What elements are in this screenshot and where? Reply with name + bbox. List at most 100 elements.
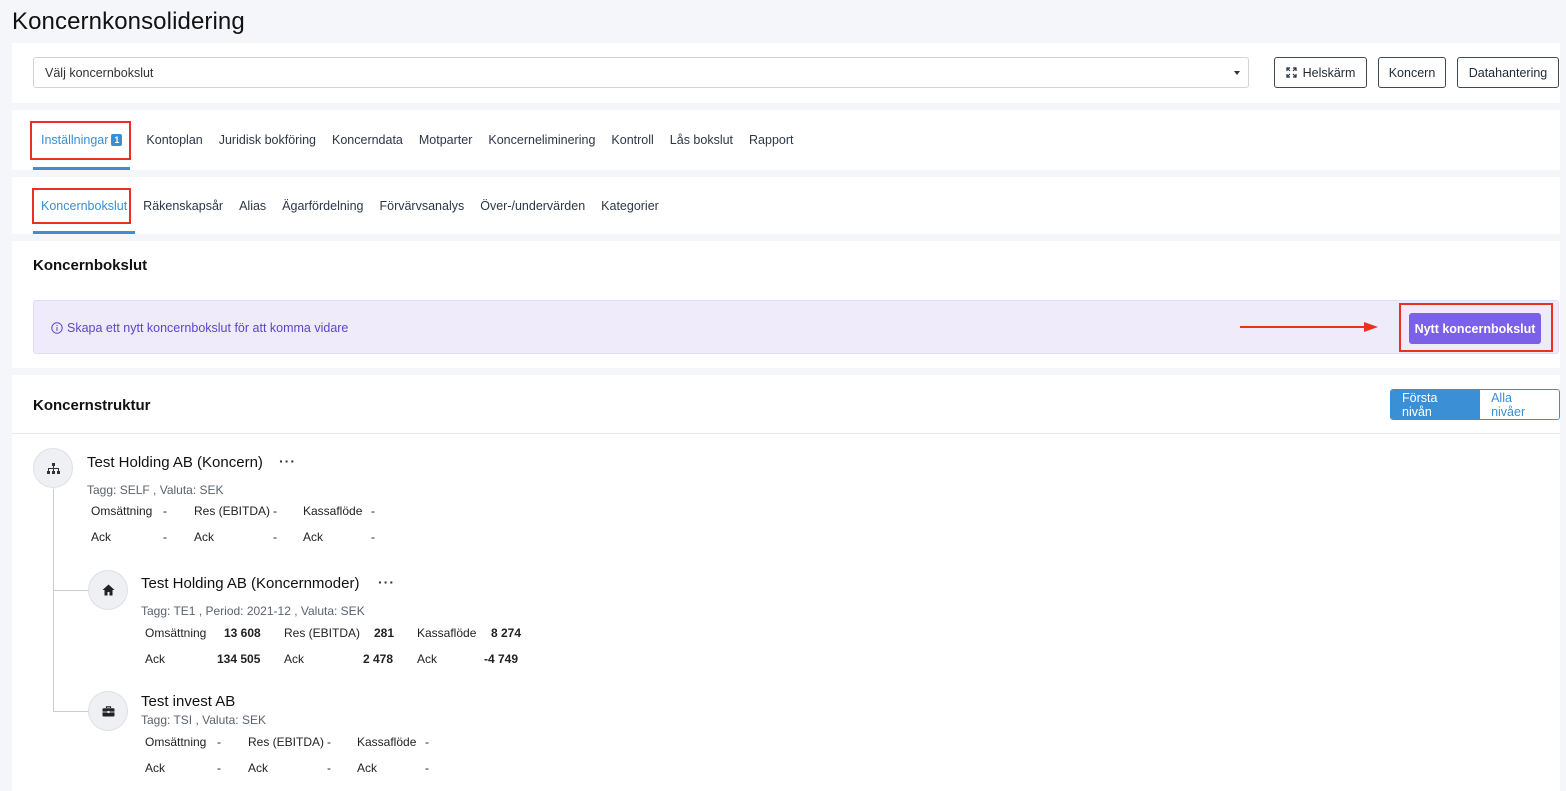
- tab-label: Ägarfördelning: [282, 198, 364, 213]
- subtab-kategorier[interactable]: Kategorier: [601, 177, 659, 234]
- metric-label: Ack: [248, 761, 269, 775]
- tree-line: [53, 590, 88, 591]
- tab-label: Räkenskapsår: [143, 198, 224, 213]
- tab-label: Koncerndata: [332, 133, 403, 147]
- more-options-icon[interactable]: ···: [279, 453, 296, 469]
- metric-label: Omsättning: [145, 735, 207, 749]
- main-tabs-card: Inställningar 1 Kontoplan Juridisk bokför…: [12, 110, 1560, 170]
- highlight-box-koncernbokslut: [32, 188, 131, 224]
- node-icon-koncernmoder: [88, 570, 128, 610]
- metric-label: Ack: [91, 530, 112, 544]
- metric-value: -: [371, 504, 375, 518]
- koncernstruktur-heading: Koncernstruktur: [33, 397, 151, 414]
- metric-value: -: [163, 530, 167, 544]
- sitemap-icon: [46, 462, 60, 474]
- info-text: Skapa ett nytt koncernbokslut för att ko…: [67, 321, 349, 335]
- info-icon: [51, 322, 63, 334]
- fullscreen-button[interactable]: Helskärm: [1274, 57, 1367, 88]
- subtab-agarfordelning[interactable]: Ägarfördelning: [282, 177, 363, 234]
- koncern-button[interactable]: Koncern: [1378, 57, 1446, 88]
- metric-value: 281: [374, 626, 395, 640]
- metric-value: -: [327, 761, 331, 775]
- metric-value: -: [217, 735, 221, 749]
- sub-tabs-card: Koncernbokslut Räkenskapsår Alias Ägarfö…: [12, 177, 1560, 234]
- highlight-box-new-button: [1399, 303, 1553, 352]
- tree-line: [53, 711, 88, 712]
- metric-label: Ack: [284, 652, 305, 666]
- level-toggle: Första nivån Alla nivåer: [1390, 389, 1560, 420]
- metric-label: Ack: [145, 761, 166, 775]
- node-name[interactable]: Test invest AB: [141, 693, 235, 710]
- tab-label: Förvärvsanalys: [379, 198, 465, 213]
- more-options-icon[interactable]: ···: [378, 574, 395, 590]
- metric-value: -: [273, 530, 277, 544]
- metric-label: Res (EBITDA): [248, 735, 325, 749]
- home-icon: [102, 584, 114, 596]
- node-icon-koncern: [33, 448, 73, 488]
- tab-label: Motparter: [418, 133, 473, 147]
- tab-juridisk-bokforing[interactable]: Juridisk bokföring: [219, 110, 316, 170]
- node-name[interactable]: Test Holding AB (Koncernmoder): [141, 575, 359, 592]
- metric-label: Ack: [194, 530, 215, 544]
- metric-value: -: [273, 504, 277, 518]
- tab-motparter[interactable]: Motparter: [419, 110, 473, 170]
- metric-value: -: [217, 761, 221, 775]
- tab-label: Kategorier: [601, 198, 659, 213]
- metric-label: Ack: [145, 652, 166, 666]
- metric-value: -4 749: [484, 652, 519, 666]
- tree-line: [53, 489, 54, 711]
- metric-label: Kassaflöde: [303, 504, 363, 518]
- datahantering-button[interactable]: Datahantering: [1457, 57, 1559, 88]
- metric-label: Omsättning: [145, 626, 207, 640]
- koncernbokslut-heading: Koncernbokslut: [33, 257, 148, 274]
- metric-label: Kassaflöde: [357, 735, 417, 749]
- fullscreen-icon: [1285, 67, 1297, 78]
- metric-value: -: [425, 761, 429, 775]
- node-icon-invest: [88, 691, 128, 731]
- datahantering-label: Datahantering: [1468, 65, 1548, 80]
- briefcase-icon: [102, 705, 114, 716]
- tab-label: Över-/undervärden: [480, 198, 586, 213]
- metric-value: -: [163, 504, 167, 518]
- tab-label: Rapport: [749, 133, 794, 147]
- node-name[interactable]: Test Holding AB (Koncern): [87, 454, 263, 471]
- level-first-button[interactable]: Första nivån: [1391, 390, 1481, 419]
- tab-las-bokslut[interactable]: Lås bokslut: [670, 110, 733, 170]
- tab-label: Lås bokslut: [669, 133, 734, 147]
- node-meta: Tagg: TSI , Valuta: SEK: [141, 713, 266, 727]
- tab-label: Kontoplan: [146, 133, 203, 147]
- metric-value: -: [327, 735, 331, 749]
- metric-value: 2 478: [363, 652, 394, 666]
- koncern-label: Koncern: [1388, 65, 1436, 80]
- select-value: Välj koncernbokslut: [45, 66, 154, 80]
- subtab-alias[interactable]: Alias: [239, 177, 266, 234]
- highlight-box-installningar: [30, 121, 131, 160]
- metric-value: 134 505: [217, 652, 261, 666]
- arrow-right-icon: [1240, 322, 1378, 332]
- subtab-rakenskapsar[interactable]: Räkenskapsår: [143, 177, 223, 234]
- tab-kontroll[interactable]: Kontroll: [611, 110, 653, 170]
- tab-label: Kontroll: [611, 133, 654, 147]
- metric-label: Res (EBITDA): [194, 504, 271, 518]
- koncernbokslut-card: Koncernbokslut Skapa ett nytt koncernbok…: [12, 241, 1560, 368]
- metric-label: Ack: [357, 761, 378, 775]
- tab-kontoplan[interactable]: Kontoplan: [146, 110, 202, 170]
- subtab-over-undervarden[interactable]: Över-/undervärden: [480, 177, 585, 234]
- node-meta: Tagg: TE1 , Period: 2021-12 , Valuta: SE…: [141, 604, 365, 618]
- tab-koncerneliminering[interactable]: Koncerneliminering: [488, 110, 595, 170]
- metric-label: Res (EBITDA): [284, 626, 361, 640]
- main-tabs: Inställningar 1 Kontoplan Juridisk bokför…: [32, 110, 810, 170]
- koncernbokslut-select[interactable]: Välj koncernbokslut: [33, 57, 1249, 88]
- info-message: Skapa ett nytt koncernbokslut för att ko…: [51, 321, 348, 335]
- tab-label: Juridisk bokföring: [218, 133, 316, 147]
- fullscreen-label: Helskärm: [1302, 65, 1356, 80]
- tab-label: Alias: [239, 198, 267, 213]
- level-all-button[interactable]: Alla nivåer: [1480, 390, 1559, 419]
- tab-koncerndata[interactable]: Koncerndata: [332, 110, 403, 170]
- node-meta: Tagg: SELF , Valuta: SEK: [87, 483, 224, 497]
- toolbar-card: Välj koncernbokslut Helskärm Koncern Dat…: [12, 43, 1560, 103]
- metric-label: Ack: [303, 530, 324, 544]
- tab-rapport[interactable]: Rapport: [749, 110, 793, 170]
- metric-label: Ack: [417, 652, 438, 666]
- subtab-forvarvsanalys[interactable]: Förvärvsanalys: [379, 177, 464, 234]
